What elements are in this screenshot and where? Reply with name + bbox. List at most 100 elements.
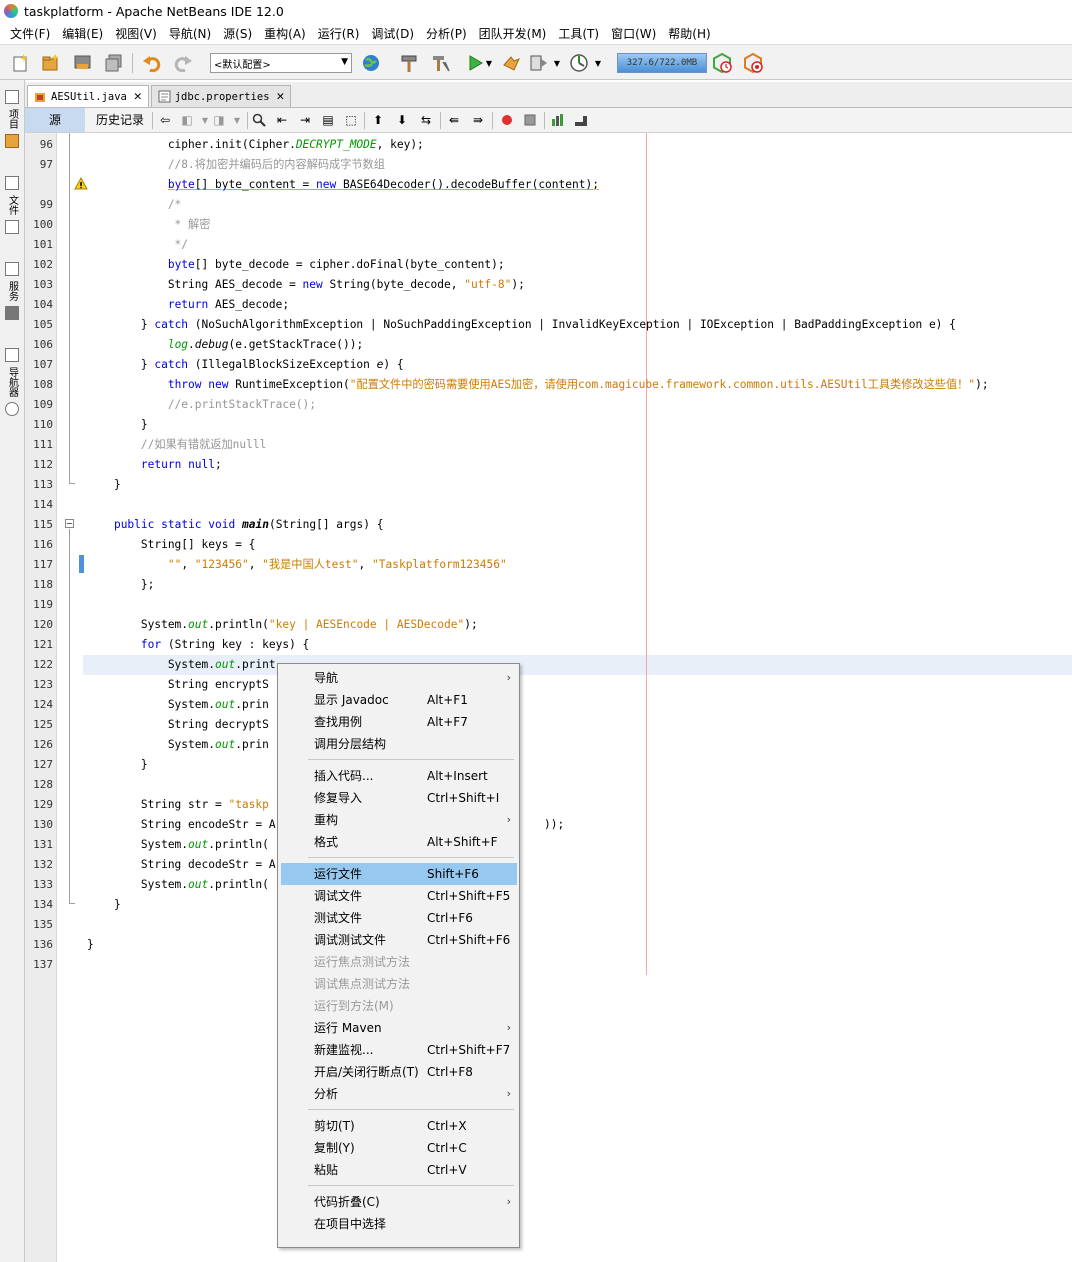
line-number[interactable]: 102 [25, 255, 53, 275]
context-menu-item[interactable]: 代码折叠(C) › [281, 1191, 517, 1213]
line-number-gutter[interactable]: 96 97 99 100 101 102 103 104 105 106 107 108 109 110 1… [25, 133, 57, 1262]
toggle-highlight-icon[interactable]: ▤ [319, 111, 337, 129]
line-number[interactable]: 116 [25, 535, 53, 555]
tab-jdbc-properties[interactable]: jdbc.properties ✕ [150, 85, 292, 107]
debug-project-icon[interactable] [500, 52, 522, 74]
back-icon[interactable]: ◧ [178, 111, 196, 129]
line-number[interactable]: 133 [25, 875, 53, 895]
context-menu-item[interactable]: 查找用例 Alt+F7 [281, 711, 517, 733]
save-all-icon[interactable] [103, 52, 125, 74]
context-menu-item[interactable]: 运行 Maven › [281, 1017, 517, 1039]
close-icon[interactable]: ✕ [134, 89, 142, 104]
line-number[interactable]: 112 [25, 455, 53, 475]
prev-bookmark-icon[interactable]: ⬆ [369, 111, 387, 129]
menu-edit[interactable]: 编辑(E) [56, 25, 109, 42]
line-number[interactable]: 129 [25, 795, 53, 815]
context-menu-item[interactable]: 在项目中选择 [281, 1213, 517, 1235]
code-line[interactable]: } [87, 755, 148, 775]
line-number[interactable]: 118 [25, 575, 53, 595]
line-number[interactable]: 96 [25, 135, 53, 155]
code-line[interactable]: }; [87, 575, 154, 595]
line-number[interactable]: 97 [25, 155, 53, 175]
code-line[interactable]: public static void main(String[] args) { [87, 515, 384, 535]
line-number[interactable]: 117 [25, 555, 53, 575]
services-panel-tab[interactable]: 服务 [2, 260, 22, 322]
line-number[interactable]: 109 [25, 395, 53, 415]
line-number[interactable]: 124 [25, 695, 53, 715]
profiler-dropdown-icon[interactable]: ▼ [592, 52, 604, 74]
context-menu-item[interactable]: 重构 › [281, 809, 517, 831]
window-restore-icon[interactable] [5, 348, 19, 362]
profile-project-icon[interactable] [528, 52, 550, 74]
line-number[interactable]: 101 [25, 235, 53, 255]
line-number[interactable]: 123 [25, 675, 53, 695]
line-number[interactable]: 131 [25, 835, 53, 855]
menu-source[interactable]: 源(S) [217, 25, 258, 42]
find-icon[interactable] [250, 111, 268, 129]
next-bookmark-icon[interactable]: ⬇ [393, 111, 411, 129]
code-line[interactable]: String encryptS [87, 675, 269, 695]
line-number[interactable]: 125 [25, 715, 53, 735]
code-line[interactable]: //8.将加密并编码后的内容解码成字节数组 [87, 155, 385, 175]
code-line[interactable]: /* [87, 195, 181, 215]
menu-help[interactable]: 帮助(H) [662, 25, 716, 42]
start-macro-icon[interactable] [498, 111, 516, 129]
code-line[interactable]: } [87, 895, 121, 915]
line-number[interactable]: 128 [25, 775, 53, 795]
line-number[interactable]: 108 [25, 375, 53, 395]
toggle-bookmark-icon[interactable]: ⇆ [417, 111, 435, 129]
profile-dropdown-icon[interactable]: ▼ [551, 52, 563, 74]
menu-run[interactable]: 运行(R) [312, 25, 366, 42]
context-menu-item[interactable]: 插入代码... Alt+Insert [281, 765, 517, 787]
code-line[interactable]: System.out.println( [87, 835, 269, 855]
code-line[interactable]: return null; [87, 455, 222, 475]
source-view-tab[interactable]: 源 [25, 108, 85, 132]
code-line[interactable]: } catch (NoSuchAlgorithmException | NoSu… [87, 315, 956, 335]
menu-profile[interactable]: 分析(P) [420, 25, 473, 42]
code-line[interactable]: String decryptS [87, 715, 269, 735]
menu-window[interactable]: 窗口(W) [605, 25, 662, 42]
code-line[interactable]: } catch (IllegalBlockSizeException e) { [87, 355, 404, 375]
context-menu-item[interactable]: 粘贴 Ctrl+V [281, 1159, 517, 1181]
line-number[interactable]: 126 [25, 735, 53, 755]
code-line[interactable]: System.out.prin [87, 695, 269, 715]
last-edit-icon[interactable]: ⇦ [156, 111, 174, 129]
shift-left-icon[interactable]: ⇚ [445, 111, 463, 129]
code-line[interactable]: //e.printStackTrace(); [87, 395, 316, 415]
files-panel-tab[interactable]: 文件 [2, 174, 22, 236]
code-line[interactable]: log.debug(e.getStackTrace()); [87, 335, 363, 355]
code-line[interactable]: String str = "taskp [87, 795, 269, 815]
line-number[interactable]: 120 [25, 615, 53, 635]
configuration-select[interactable]: <默认配置> ▼ [210, 53, 352, 73]
code-line[interactable]: */ [87, 235, 189, 255]
tab-aesutil-java[interactable]: AESUtil.java ✕ [27, 85, 149, 107]
context-menu-item[interactable]: 调用分层结构 [281, 733, 517, 755]
clean-build-icon[interactable] [430, 52, 452, 74]
code-line[interactable]: byte[] byte_decode = cipher.doFinal(byte… [87, 255, 505, 275]
code-line[interactable]: System.out.print [87, 655, 276, 675]
context-menu-item[interactable]: 运行文件 Shift+F6 [281, 863, 517, 885]
diagnostics-icon[interactable] [549, 111, 567, 129]
context-menu-item[interactable]: 修复导入 Ctrl+Shift+I [281, 787, 517, 809]
run-dropdown-icon[interactable]: ▼ [483, 52, 495, 74]
line-number[interactable]: 136 [25, 935, 53, 955]
code-line[interactable]: } [87, 935, 94, 955]
build-hammer-icon[interactable] [398, 52, 420, 74]
profiler-icon[interactable] [568, 52, 590, 74]
code-line[interactable]: System.out.prin [87, 735, 269, 755]
context-menu-item[interactable]: 调试测试文件 Ctrl+Shift+F6 [281, 929, 517, 951]
code-line[interactable]: } [87, 415, 148, 435]
code-line[interactable]: System.out.println("key | AESEncode | AE… [87, 615, 478, 635]
line-number[interactable]: 122 [25, 655, 53, 675]
code-line[interactable]: "", "123456", "我是中国人test", "Taskplatform… [87, 555, 507, 575]
code-editor[interactable]: 96 97 99 100 101 102 103 104 105 106 107 108 109 110 1… [25, 133, 1072, 1262]
line-number[interactable]: 114 [25, 495, 53, 515]
find-previous-icon[interactable]: ⇤ [273, 111, 291, 129]
context-menu-item[interactable]: 复制(Y) Ctrl+C [281, 1137, 517, 1159]
globe-icon[interactable] [360, 52, 382, 74]
close-icon[interactable]: ✕ [277, 89, 285, 104]
code-line[interactable]: cipher.init(Cipher.DECRYPT_MODE, key); [87, 135, 424, 155]
line-number[interactable]: 111 [25, 435, 53, 455]
context-menu-item[interactable]: 测试文件 Ctrl+F6 [281, 907, 517, 929]
line-number[interactable]: 99 [25, 195, 53, 215]
